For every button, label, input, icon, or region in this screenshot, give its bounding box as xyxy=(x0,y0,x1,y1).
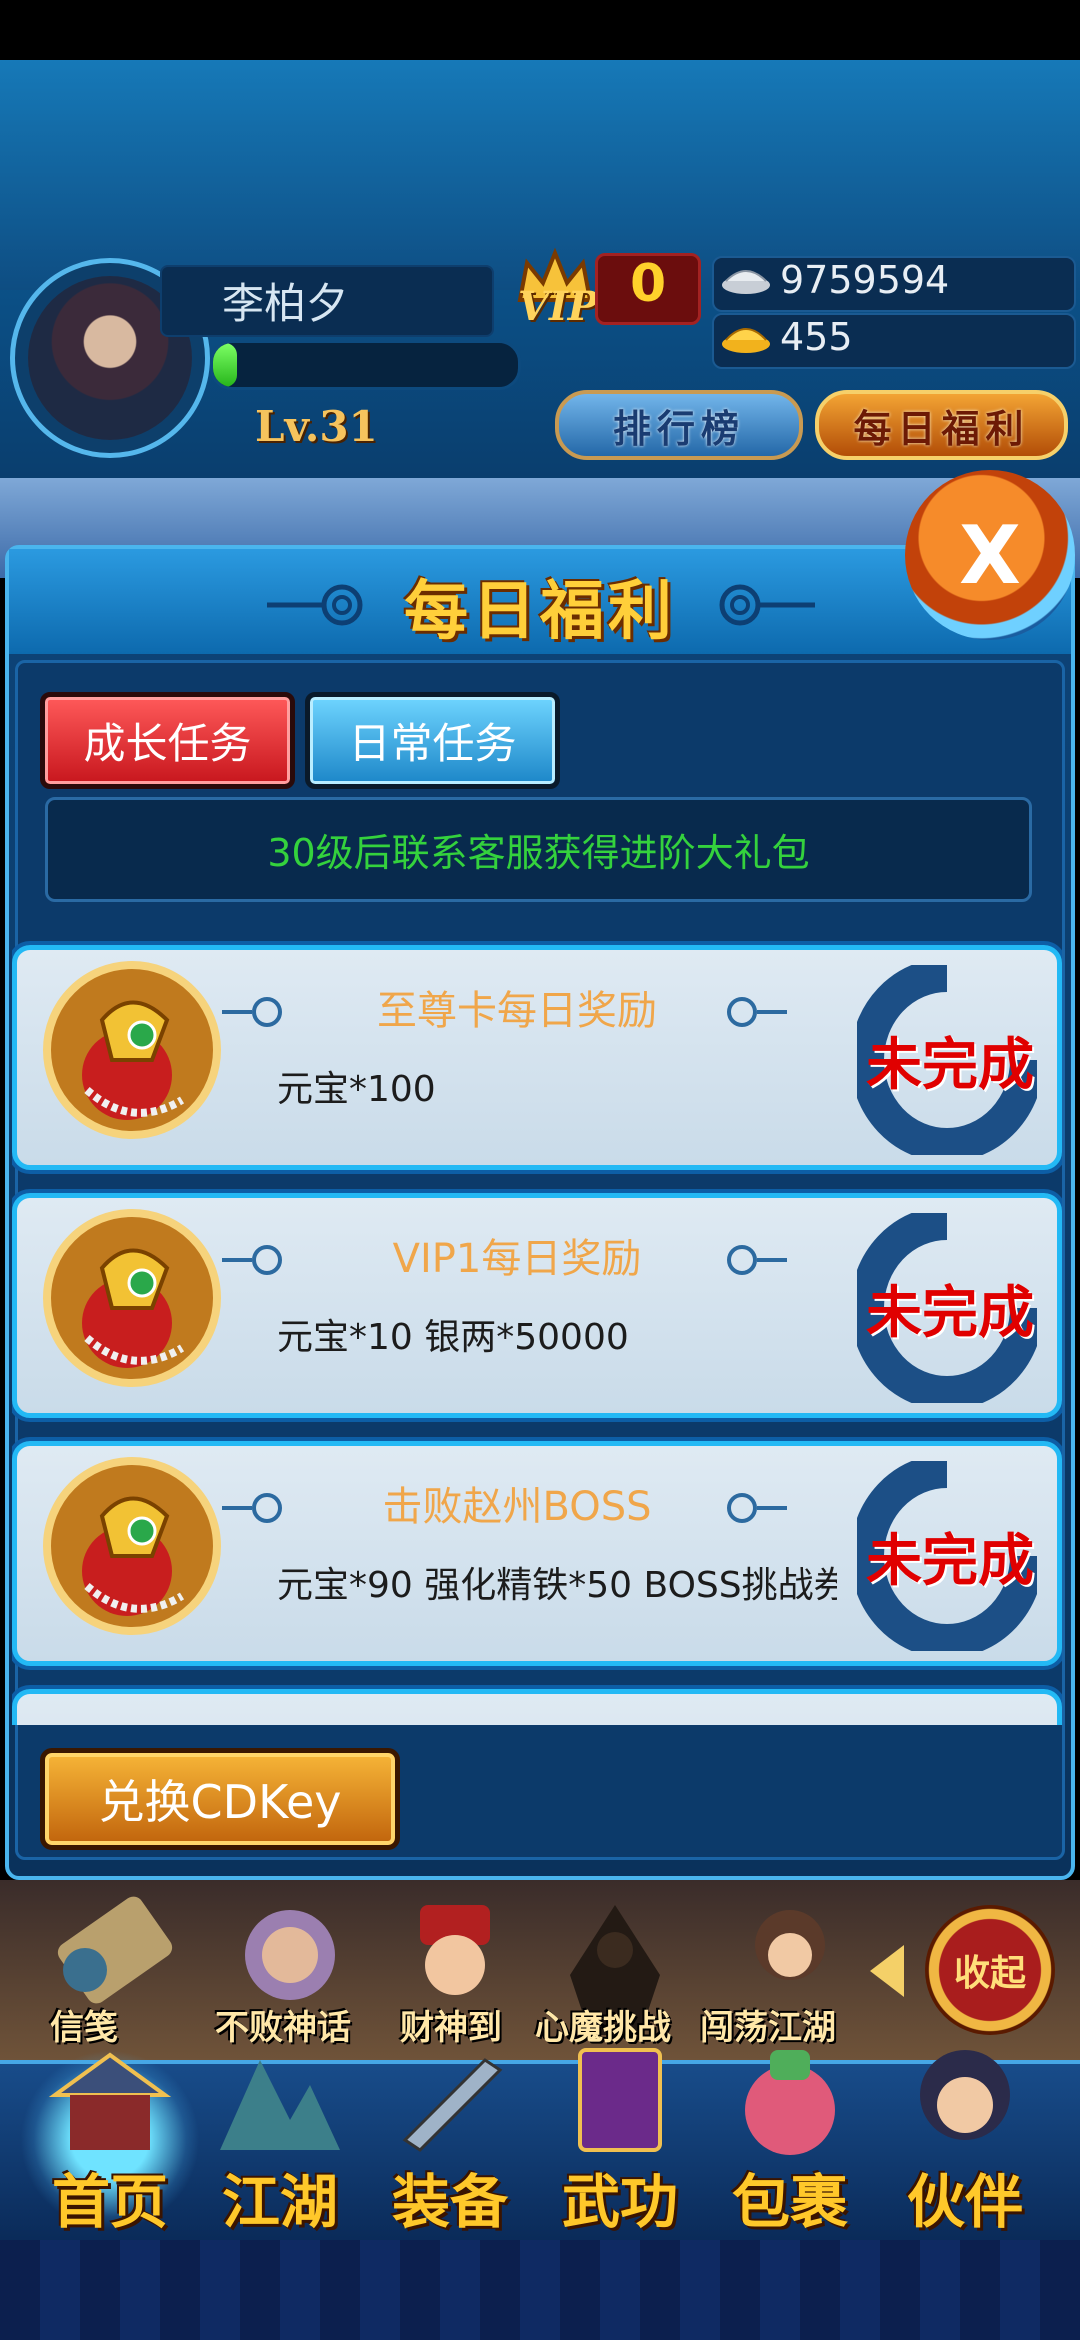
tab-growth-tasks[interactable]: 成长任务 xyxy=(40,692,295,789)
gold-amount: 455 xyxy=(780,315,853,359)
ranking-button[interactable]: 排行榜 xyxy=(555,390,803,460)
task-status: 未完成 xyxy=(866,1280,1034,1346)
palace-icon xyxy=(48,2052,172,2150)
collapse-button[interactable]: 收起 xyxy=(925,1905,1055,2035)
task-rewards: 元宝*10 银两*50000 xyxy=(277,1317,629,1358)
cloud-ornament-icon xyxy=(719,584,815,626)
vip-label: VIP xyxy=(518,283,598,330)
close-button[interactable]: X xyxy=(905,470,1075,640)
silver-amount: 9759594 xyxy=(780,258,950,302)
task-rewards: 元宝*100 xyxy=(277,1069,436,1110)
nav-jianghu[interactable]: 江湖 xyxy=(195,2040,365,2240)
nav-label: 包裹 xyxy=(731,2168,848,2236)
treasure-bag-icon xyxy=(43,961,221,1139)
cloud-ornament-icon xyxy=(727,997,787,1027)
sword-icon xyxy=(402,2058,503,2152)
book-icon xyxy=(578,2048,662,2152)
cloud-ornament-icon xyxy=(727,1493,787,1523)
vip-level: 0 xyxy=(630,254,667,314)
player-name: 李柏夕 xyxy=(222,279,349,328)
exp-bar xyxy=(210,340,521,390)
task-status: 未完成 xyxy=(866,1528,1034,1594)
treasure-bag-icon xyxy=(43,1209,221,1387)
nav-inventory[interactable]: 包裹 xyxy=(705,2040,875,2240)
dialog-title: 每日福利 xyxy=(404,574,676,649)
daily-welfare-button[interactable]: 每日福利 xyxy=(815,390,1068,460)
redeem-cdkey-button[interactable]: 兑换CDKey xyxy=(40,1748,400,1850)
nav-label: 伙伴 xyxy=(906,2168,1023,2236)
treasure-bag-icon xyxy=(43,1457,221,1635)
companion-portrait-icon xyxy=(920,2050,1010,2140)
nav-martial-arts[interactable]: 武功 xyxy=(535,2040,705,2240)
task-card[interactable] xyxy=(12,1689,1062,1725)
task-card[interactable]: 至尊卡每日奖励 元宝*100 未完成 xyxy=(12,945,1062,1170)
task-card[interactable]: 击败赵州BOSS 元宝*90 强化精铁*50 BOSS挑战券 未完成 xyxy=(12,1441,1062,1666)
nav-label: 江湖 xyxy=(221,2168,338,2236)
task-list[interactable]: 至尊卡每日奖励 元宝*100 未完成 VIP1每日奖励 元宝*10 银两*500… xyxy=(12,935,1062,1725)
nav-label: 首页 xyxy=(51,2168,168,2236)
tab-daily-tasks[interactable]: 日常任务 xyxy=(305,692,560,789)
nav-home[interactable]: 首页 xyxy=(25,2040,195,2240)
player-level: Lv.31 xyxy=(255,402,378,451)
silver-ingot-icon xyxy=(722,270,770,294)
gold-ingot-icon xyxy=(722,328,770,353)
exp-bar-fill xyxy=(213,343,238,387)
nav-label: 装备 xyxy=(391,2168,508,2236)
notice-banner: 30级后联系客服获得进阶大礼包 xyxy=(45,797,1032,902)
bottom-decorative-band xyxy=(0,2240,1080,2340)
task-status: 未完成 xyxy=(866,1032,1034,1098)
task-rewards: 元宝*90 强化精铁*50 BOSS挑战券 xyxy=(277,1565,837,1606)
cloud-ornament-icon xyxy=(727,1245,787,1275)
nav-equipment[interactable]: 装备 xyxy=(365,2040,535,2240)
nav-companions[interactable]: 伙伴 xyxy=(880,2040,1050,2240)
bag-icon xyxy=(745,2050,835,2155)
mountain-icon xyxy=(220,2060,340,2150)
task-card[interactable]: VIP1每日奖励 元宝*10 银两*50000 未完成 xyxy=(12,1193,1062,1418)
nav-label: 武功 xyxy=(561,2168,678,2236)
cloud-ornament-icon xyxy=(267,584,363,626)
arrow-left-icon[interactable] xyxy=(870,1945,904,1997)
